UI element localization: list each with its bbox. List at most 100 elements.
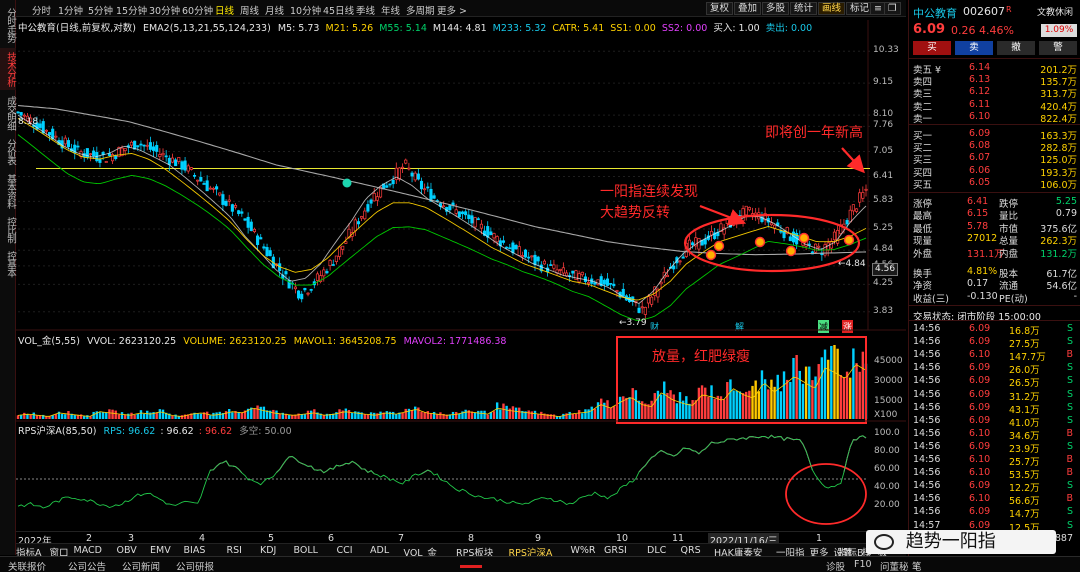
tick-row: 14:56 6.09 41.0万 S: [909, 415, 1080, 429]
rps-highlight-ellipse: [785, 463, 867, 525]
indicator-tab[interactable]: KDJ: [260, 545, 276, 556]
tick-price: 6.09: [969, 401, 991, 413]
stat-value: 6.41: [967, 196, 989, 207]
stat-value: 131.2万: [1040, 248, 1077, 260]
bid-row[interactable]: 买二 6.08 282.8万: [909, 140, 1080, 154]
tick-side: S: [1066, 362, 1073, 374]
rps-strong-segment: [276, 455, 375, 475]
trading-app: 分时走势 技术分析 成交明细 分价表 基本资料 控比制 控基本 分时 1分钟 5…: [0, 0, 1080, 572]
price-change-pct: 4.46%: [979, 24, 1014, 37]
bid-row[interactable]: 买三 6.07 125.0万: [909, 152, 1080, 166]
cancel-order-button[interactable]: 撤: [997, 41, 1035, 55]
company-news-link[interactable]: 公司新闻: [122, 559, 160, 572]
ask-secretary-link[interactable]: 问董秘: [880, 559, 909, 572]
indicator-tab[interactable]: BOLL: [294, 545, 318, 556]
bid-row[interactable]: 买一 6.09 163.3万: [909, 128, 1080, 142]
indicator-tab[interactable]: ADL: [370, 545, 389, 556]
tick-time: 14:56: [913, 375, 941, 387]
bid-price: 6.05: [969, 176, 991, 188]
company-research-link[interactable]: 公司研报: [176, 559, 214, 572]
watermark-text: 趋势一阳指: [905, 531, 996, 552]
ask-volume: 822.4万: [1040, 113, 1077, 125]
bid-row[interactable]: 买五 6.05 106.0万: [909, 176, 1080, 191]
company-announcement-link[interactable]: 公司公告: [68, 559, 106, 572]
ask-row[interactable]: 卖四 6.13 135.7万: [909, 74, 1080, 88]
indicator-tab[interactable]: OBV: [117, 545, 137, 556]
stat-label: 收益(三): [913, 293, 949, 305]
tick-row: 14:56 6.10 56.6万 B: [909, 493, 1080, 507]
indicator-tab[interactable]: CCI: [337, 545, 353, 556]
indicator-tab[interactable]: QRS: [681, 545, 701, 556]
tick-time: 14:56: [913, 440, 941, 452]
tick-time: 14:56: [913, 388, 941, 400]
tick-price: 6.10: [969, 454, 991, 465]
stat-label: PE(动): [999, 293, 1028, 305]
tick-side: S: [1066, 375, 1073, 387]
tick-row: 14:56 6.09 31.2万 S: [909, 388, 1080, 403]
ask-row[interactable]: 卖一 6.10 822.4万: [909, 110, 1080, 125]
tick-price: 6.09: [969, 323, 991, 334]
bid-row[interactable]: 买四 6.06 193.3万: [909, 164, 1080, 179]
tick-price: 6.10: [969, 493, 991, 505]
stat-value: 5.25: [1055, 196, 1077, 207]
indicator-tab[interactable]: EMV: [150, 545, 171, 556]
ask-price: 6.14: [969, 62, 991, 73]
order-buttons: 买 卖 撤 警: [909, 41, 1080, 57]
last-price: 6.09: [913, 22, 946, 37]
alert-button[interactable]: 警: [1039, 41, 1077, 55]
tick-row: 14:56 6.09 26.0万 S: [909, 362, 1080, 376]
tick-row: 14:56 6.09 27.5万 S: [909, 336, 1080, 350]
diagnose-link[interactable]: 诊股: [826, 559, 845, 572]
tick-time: 14:56: [913, 401, 941, 413]
tick-side: B: [1066, 349, 1073, 361]
tick-volume: 147.7万: [1009, 352, 1046, 364]
margin-flag: R: [1006, 5, 1012, 14]
tick-side: S: [1066, 401, 1073, 413]
buy-button[interactable]: 买: [913, 41, 951, 55]
indicator-tab[interactable]: GRSI: [604, 545, 627, 556]
bid-price: 6.08: [969, 140, 991, 152]
related-quote-link[interactable]: 关联报价: [8, 559, 46, 572]
rps-decorations: [16, 434, 868, 525]
ask-row[interactable]: 卖二 6.11 420.4万: [909, 98, 1080, 113]
ask-row[interactable]: 卖五 ¥6.14 201.2万: [909, 62, 1080, 76]
stat-value: 4.81%: [967, 266, 998, 277]
tick-side: B: [1066, 454, 1073, 465]
tick-row: 14:56 6.10 25.7万 B: [909, 454, 1080, 468]
indicator-tab[interactable]: DLC: [647, 545, 666, 556]
tick-price: 6.10: [969, 467, 991, 479]
ask-price: 6.11: [969, 98, 991, 110]
indicator-tab[interactable]: BIAS: [184, 545, 206, 556]
sell-button[interactable]: 卖: [955, 41, 993, 55]
industry-tag[interactable]: 文教休闲: [1037, 5, 1073, 18]
tick-time: 14:56: [913, 506, 941, 518]
tick-price: 6.09: [969, 506, 991, 518]
stat-value: 0.79: [1055, 208, 1077, 220]
tick-side: S: [1066, 480, 1073, 492]
stat-row: 涨停 6.41 跌停 5.25: [909, 196, 1080, 210]
tick-time: 14:56: [913, 427, 941, 439]
ask-price: 6.10: [969, 110, 991, 122]
progress-indicator: [460, 565, 482, 568]
tick-price: 6.09: [969, 375, 991, 387]
bid-price: 6.06: [969, 164, 991, 176]
bid-volume: 106.0万: [1040, 179, 1077, 191]
bottom-tab-trades[interactable]: 笔: [912, 559, 922, 572]
rps-line: [17, 434, 867, 509]
indicator-tab[interactable]: RSI: [227, 545, 242, 556]
rps-chart[interactable]: [0, 0, 906, 572]
ask-row[interactable]: 卖三 6.12 313.7万: [909, 86, 1080, 100]
stock-name: 中公教育: [913, 7, 957, 20]
rps-strong-segment: [210, 460, 243, 474]
tick-price: 6.09: [969, 388, 991, 400]
price-line: 6.09 0.26 4.46% 1.09%: [909, 22, 1080, 38]
f10-link[interactable]: F10: [854, 559, 872, 570]
tick-price: 6.10: [969, 349, 991, 361]
tick-time: 14:57: [913, 519, 941, 531]
indicator-tab[interactable]: W%R: [571, 545, 596, 556]
tick-time: 14:56: [913, 480, 941, 492]
stat-value: 27012: [967, 233, 998, 245]
tick-volume: 34.6万: [1009, 430, 1040, 442]
indicator-tab[interactable]: MACD: [74, 545, 102, 556]
tick-volume: 16.8万: [1009, 326, 1040, 337]
